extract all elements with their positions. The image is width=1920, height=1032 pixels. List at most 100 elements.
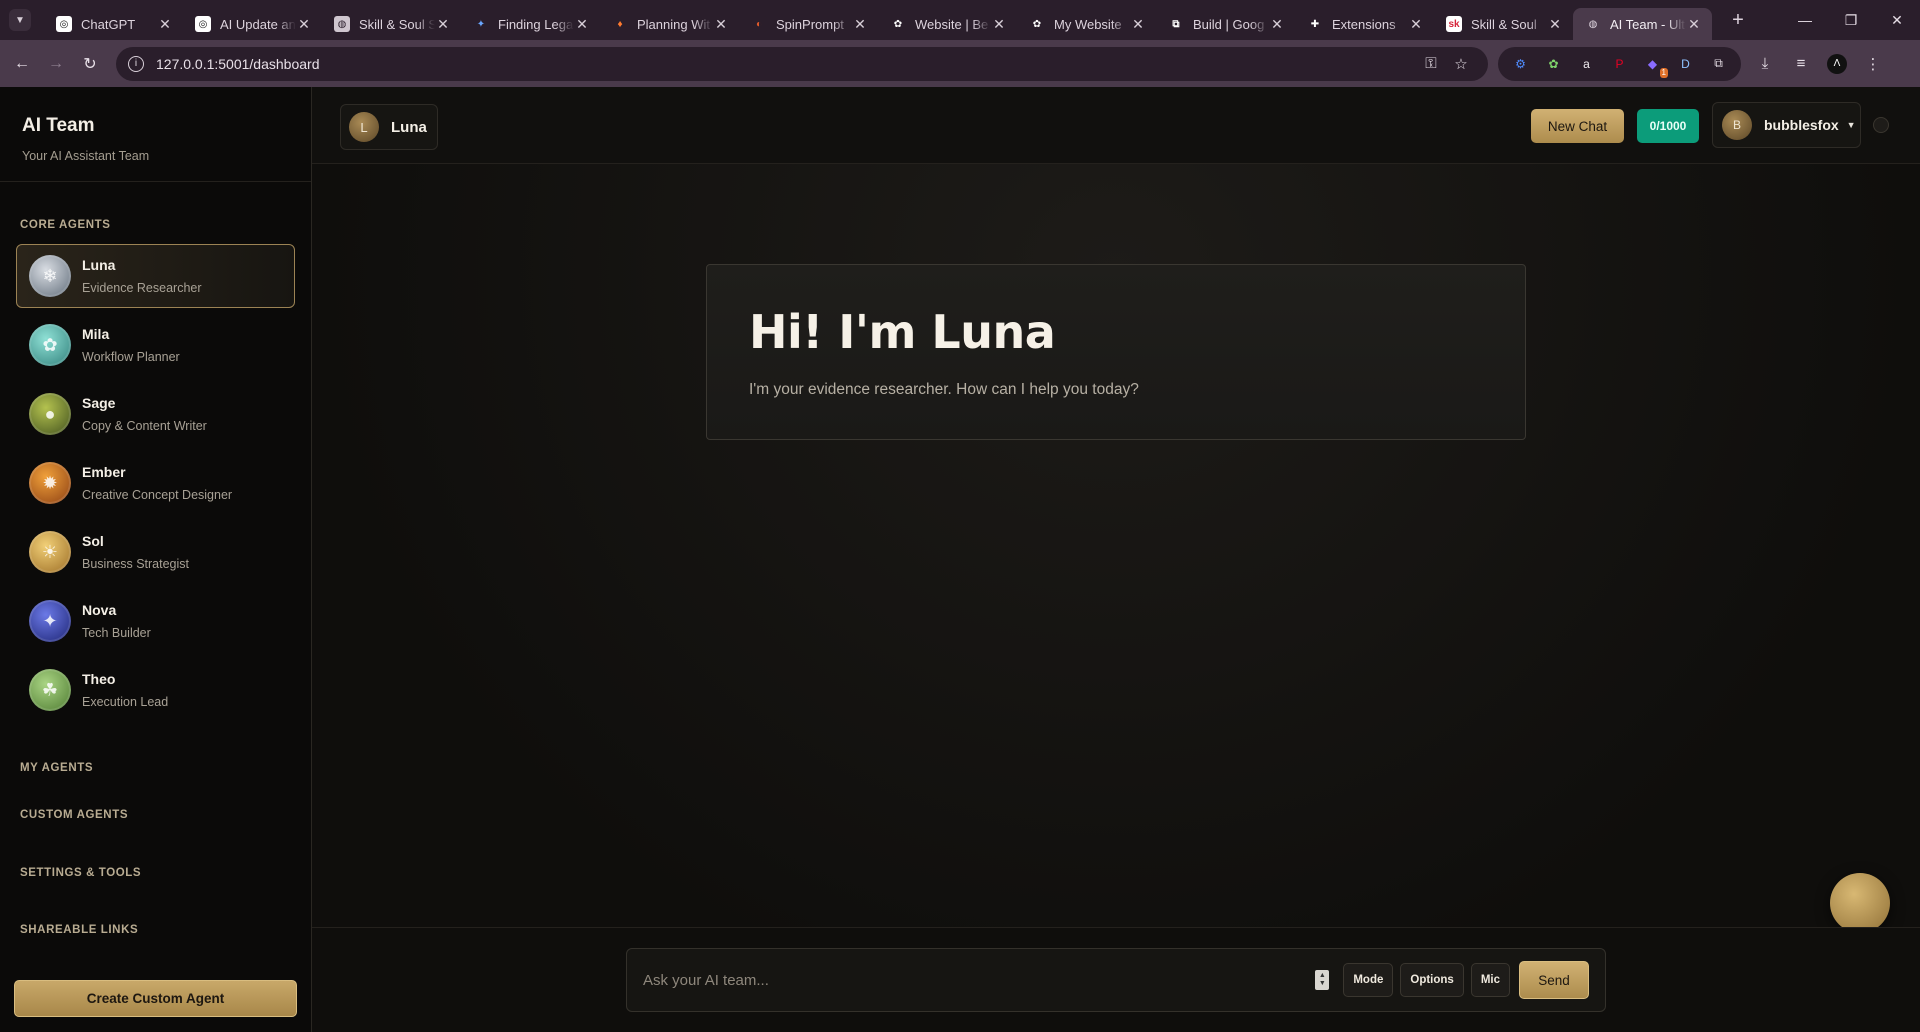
agent-name: Ember <box>82 464 126 480</box>
current-agent-chip[interactable]: L Luna <box>340 104 438 150</box>
brand-subtitle: Your AI Assistant Team <box>22 149 150 163</box>
chevron-down-icon: ▼ <box>1846 120 1856 130</box>
puzzle-green-extension-icon[interactable]: ✿ <box>1540 50 1567 77</box>
settings-tools-link[interactable]: SETTINGS & TOOLS <box>0 867 311 879</box>
my-agents-link[interactable]: MY AGENTS <box>0 762 311 774</box>
tab-favicon-icon: ◎ <box>195 16 211 32</box>
badge-extension-icon[interactable]: ◆ 1 <box>1639 50 1668 78</box>
site-info-icon[interactable]: i <box>128 55 144 72</box>
browser-tab[interactable]: sk Skill & Soul ✕ <box>1434 8 1573 40</box>
browser-tab[interactable]: ✿ My Website ✕ <box>1017 8 1156 40</box>
browser-tab[interactable]: ♦ Planning Wit ✕ <box>600 8 739 40</box>
tab-favicon-icon: ⧉ <box>1168 16 1184 32</box>
browser-tab[interactable]: ◍ AI Team - Ult ✕ <box>1573 8 1712 40</box>
browser-tab[interactable]: ⧉ Build | Goog ✕ <box>1156 8 1295 40</box>
a-extension-icon[interactable]: a <box>1573 50 1600 77</box>
tab-favicon-icon: ◎ <box>56 16 72 32</box>
back-icon[interactable]: ← <box>10 52 34 76</box>
minimize-icon[interactable]: — <box>1782 0 1828 40</box>
create-custom-agent-button[interactable]: Create Custom Agent <box>14 980 297 1017</box>
tab-close-icon[interactable]: ✕ <box>852 16 868 33</box>
bookmark-star-icon[interactable]: ☆ <box>1446 55 1476 73</box>
browser-tab[interactable]: ✦ Finding Lega ✕ <box>461 8 600 40</box>
tab-title: Extensions <box>1332 16 1396 32</box>
resize-stepper-icon[interactable]: ▲ ▼ <box>1315 970 1330 990</box>
agent-item-nova[interactable]: ✦ Nova Tech Builder <box>16 589 295 653</box>
settings-extension-icon[interactable]: ⚙ <box>1507 50 1534 77</box>
message-input[interactable] <box>643 971 1316 989</box>
agent-item-theo[interactable]: ☘ Theo Execution Lead <box>16 658 295 722</box>
tab-close-icon[interactable]: ✕ <box>1686 16 1702 33</box>
restore-icon[interactable]: ❐ <box>1828 0 1874 40</box>
tab-close-icon[interactable]: ✕ <box>713 16 729 33</box>
status-dot[interactable] <box>1873 117 1889 133</box>
forward-icon[interactable]: → <box>44 52 68 76</box>
shareable-links-link[interactable]: SHAREABLE LINKS <box>0 924 311 936</box>
browser-tab[interactable]: ✿ Website | Be ✕ <box>878 8 1017 40</box>
agent-avatar: L <box>349 112 379 142</box>
url-text[interactable]: 127.0.0.1:5001/dashboard <box>156 56 1416 72</box>
core-agents-list: ❄ Luna Evidence Researcher ✿ Mila Workflow Pl… <box>0 244 311 722</box>
address-bar[interactable]: i 127.0.0.1:5001/dashboard ⚿ ☆ <box>116 46 1488 81</box>
agent-item-ember[interactable]: ✹ Ember Creative Concept Designer <box>16 451 295 515</box>
agent-item-sage[interactable]: ● Sage Copy & Content Writer <box>16 382 295 446</box>
agent-avatar-icon: ✹ <box>29 462 71 504</box>
agent-avatar-icon: ☀ <box>29 531 71 573</box>
agent-avatar-icon: ❄ <box>29 255 71 297</box>
mode-button[interactable]: Mode <box>1343 963 1394 997</box>
agent-item-mila[interactable]: ✿ Mila Workflow Planner <box>16 313 295 377</box>
custom-agents-link[interactable]: CUSTOM AGENTS <box>0 809 311 821</box>
tab-close-icon[interactable]: ✕ <box>574 16 590 33</box>
tab-close-icon[interactable]: ✕ <box>1408 16 1424 33</box>
pinterest-extension-icon[interactable]: P <box>1606 50 1633 77</box>
download-icon[interactable]: ⤓ <box>1747 55 1783 72</box>
top-bar: L Luna New Chat 0/1000 B bubblesfox ▼ <box>312 87 1920 164</box>
profile-avatar-icon[interactable]: Λ <box>1819 53 1855 74</box>
agent-role: Workflow Planner <box>82 350 180 364</box>
mic-button[interactable]: Mic <box>1470 963 1510 997</box>
welcome-card: Hi! I'm Luna I'm your evidence researche… <box>706 264 1526 440</box>
window-controls: — ❐ ✕ <box>1782 0 1920 40</box>
tab-close-icon[interactable]: ✕ <box>1547 16 1563 33</box>
floating-assistant-button[interactable] <box>1830 873 1890 933</box>
send-button[interactable]: Send <box>1519 961 1589 999</box>
tab-favicon-icon: ✿ <box>1029 16 1045 32</box>
user-menu[interactable]: B bubblesfox ▼ <box>1712 102 1861 148</box>
usage-counter-badge: 0/1000 <box>1637 109 1699 143</box>
browser-menu-icon[interactable]: ⋮ <box>1855 55 1891 73</box>
browser-tab[interactable]: ✚ Extensions ✕ <box>1295 8 1434 40</box>
agent-item-sol[interactable]: ☀ Sol Business Strategist <box>16 520 295 584</box>
browser-tab[interactable]: ◐ SpinPrompt ✕ <box>739 8 878 40</box>
tab-close-icon[interactable]: ✕ <box>991 16 1007 33</box>
tab-title: ChatGPT <box>81 16 136 32</box>
agent-item-luna[interactable]: ❄ Luna Evidence Researcher <box>16 244 295 308</box>
tab-favicon-icon: sk <box>1446 16 1462 32</box>
app-root: AI Team Your AI Assistant Team CORE AGEN… <box>0 87 1920 1032</box>
tab-close-icon[interactable]: ✕ <box>1130 16 1146 33</box>
extensions-puzzle-icon[interactable]: ⧉ <box>1705 50 1732 77</box>
tab-close-icon[interactable]: ✕ <box>296 16 312 33</box>
options-button[interactable]: Options <box>1400 963 1464 997</box>
media-control-icon[interactable]: ≡ <box>1783 55 1819 72</box>
agent-role: Creative Concept Designer <box>82 488 233 502</box>
brand: AI Team Your AI Assistant Team <box>0 87 311 182</box>
password-key-icon[interactable]: ⚿ <box>1416 55 1446 72</box>
browser-tab[interactable]: ◍ Skill & Soul S ✕ <box>322 8 461 40</box>
tab-search-icon[interactable]: ▼ <box>9 9 31 31</box>
tab-close-icon[interactable]: ✕ <box>435 16 451 33</box>
close-window-icon[interactable]: ✕ <box>1874 0 1920 40</box>
browser-tab[interactable]: ◎ ChatGPT ✕ <box>44 8 183 40</box>
agent-role: Tech Builder <box>82 626 151 640</box>
tab-close-icon[interactable]: ✕ <box>1269 16 1285 33</box>
tab-close-icon[interactable]: ✕ <box>157 16 173 33</box>
tab-title: My Website <box>1054 16 1122 32</box>
new-tab-icon[interactable]: + <box>1724 9 1752 32</box>
browser-tab[interactable]: ◎ AI Update and ✕ <box>183 8 322 40</box>
d-extension-icon[interactable]: D <box>1672 50 1699 77</box>
reload-icon[interactable]: ↻ <box>78 52 102 76</box>
new-chat-button[interactable]: New Chat <box>1531 109 1624 143</box>
browser-toolbar: ← → ↻ i 127.0.0.1:5001/dashboard ⚿ ☆ ⚙ ✿ a… <box>0 40 1920 87</box>
agent-name: Luna <box>391 118 427 136</box>
welcome-message: I'm your evidence researcher. How can I … <box>749 381 1139 398</box>
tab-title: AI Team - Ult <box>1610 16 1685 32</box>
